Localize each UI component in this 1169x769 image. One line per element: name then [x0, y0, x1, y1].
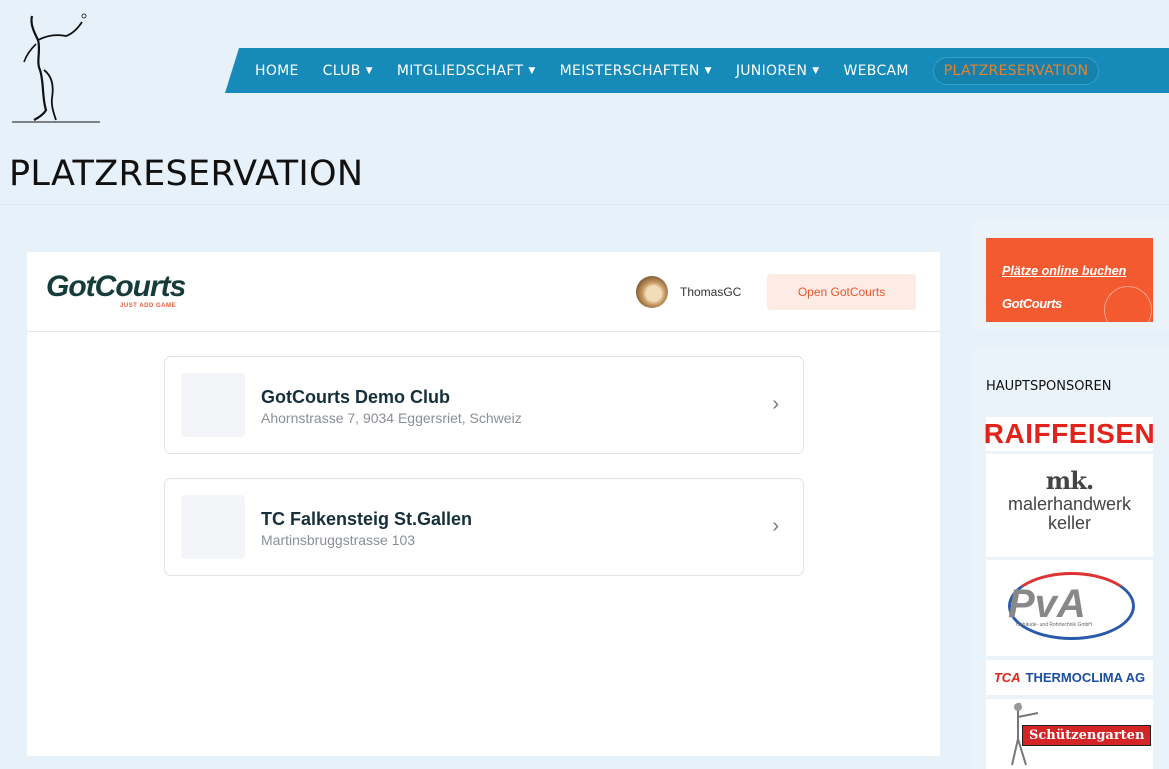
- main-navbar: HOME CLUB ▼ MITGLIEDSCHAFT ▼ MEISTERSCHAFT…: [225, 48, 1169, 93]
- nav-item-platzreservation[interactable]: PLATZRESERVATION: [932, 56, 1100, 85]
- caret-down-icon: ▼: [812, 65, 820, 76]
- username: ThomasGC: [680, 285, 742, 299]
- sponsor-thermoclima[interactable]: TCA THERMOCLIMA AG: [986, 660, 1153, 695]
- chevron-right-icon: ›: [772, 515, 779, 537]
- sponsor-pva[interactable]: PvA Gebäude- und Rohrtechnik GmbH: [986, 560, 1153, 656]
- club-logo[interactable]: [8, 10, 108, 126]
- widget-header: GotCourts JUST ADD GAME ThomasGC Open Go…: [27, 252, 940, 332]
- caret-down-icon: ▼: [704, 65, 712, 76]
- sponsors-heading: HAUPTSPONSOREN: [986, 379, 1112, 394]
- club-card[interactable]: TC Falkensteig St.Gallen Martinsbruggstr…: [164, 478, 804, 576]
- tennis-ball-icon: [1104, 286, 1152, 322]
- nav-item-webcam[interactable]: WEBCAM: [844, 63, 909, 79]
- club-address: Ahornstrasse 7, 9034 Eggersriet, Schweiz: [261, 410, 522, 426]
- sponsor-malerhandwerk-keller[interactable]: mk. malerhandwerk keller: [986, 454, 1153, 557]
- nav-item-club[interactable]: CLUB ▼: [323, 63, 373, 79]
- club-name: GotCourts Demo Club: [261, 387, 450, 407]
- page-title: PLATZRESERVATION: [9, 154, 364, 194]
- gotcourts-logo[interactable]: GotCourts JUST ADD GAME: [46, 272, 186, 310]
- nav-item-mitgliedschaft[interactable]: MITGLIEDSCHAFT ▼: [397, 63, 536, 79]
- club-address: Martinsbruggstrasse 103: [261, 532, 416, 548]
- sponsor-raiffeisen[interactable]: RAIFFEISEN: [984, 417, 1155, 451]
- club-card[interactable]: GotCourts Demo Club Ahornstrasse 7, 9034…: [164, 356, 804, 454]
- user-menu[interactable]: ThomasGC: [636, 276, 741, 308]
- nav-item-junioren[interactable]: JUNIOREN ▼: [736, 63, 820, 79]
- chevron-right-icon: ›: [772, 393, 779, 415]
- club-thumbnail: [181, 495, 245, 559]
- nav-item-home[interactable]: HOME: [255, 63, 299, 79]
- sponsor-schuetzengarten[interactable]: Schützengarten: [986, 699, 1153, 769]
- book-courts-banner[interactable]: Plätze online buchen GotCourts: [986, 238, 1153, 322]
- club-name: TC Falkensteig St.Gallen: [261, 509, 473, 529]
- club-thumbnail: [181, 373, 245, 437]
- gotcourts-widget: GotCourts JUST ADD GAME ThomasGC Open Go…: [27, 252, 940, 756]
- avatar: [636, 276, 668, 308]
- divider: [0, 204, 1169, 205]
- open-gotcourts-button[interactable]: Open GotCourts: [767, 274, 916, 310]
- tennis-player-logo-icon: [12, 13, 100, 123]
- caret-down-icon: ▼: [528, 65, 536, 76]
- nav-item-meisterschaften[interactable]: MEISTERSCHAFTEN ▼: [560, 63, 712, 79]
- caret-down-icon: ▼: [365, 65, 373, 76]
